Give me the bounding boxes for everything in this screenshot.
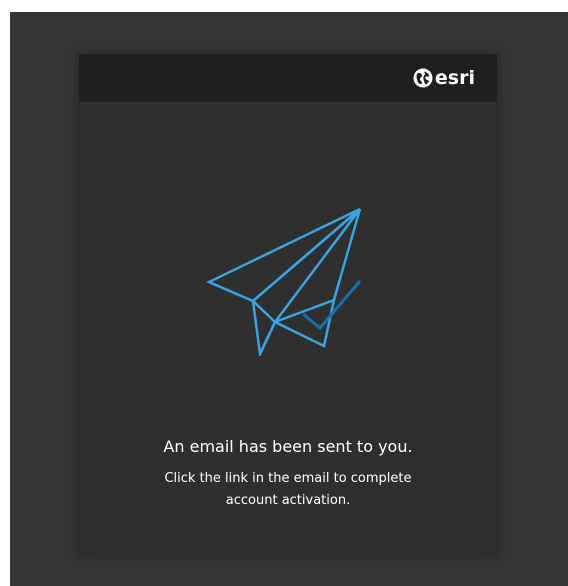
confirmation-card: esri An email has been sent to you. Clic… <box>79 54 497 554</box>
page-background: esri An email has been sent to you. Clic… <box>10 12 568 586</box>
confirmation-instructions: Click the link in the email to complete … <box>79 468 497 512</box>
confirmation-title: An email has been sent to you. <box>163 437 413 456</box>
card-header: esri <box>79 54 497 102</box>
globe-icon <box>413 68 433 88</box>
instructions-line-2: account activation. <box>225 493 351 508</box>
esri-logo[interactable]: esri <box>413 65 475 91</box>
instructions-line-1: Click the link in the email to complete <box>164 471 412 486</box>
brand-name: esri <box>434 67 475 89</box>
paper-plane-check-icon <box>205 207 362 356</box>
